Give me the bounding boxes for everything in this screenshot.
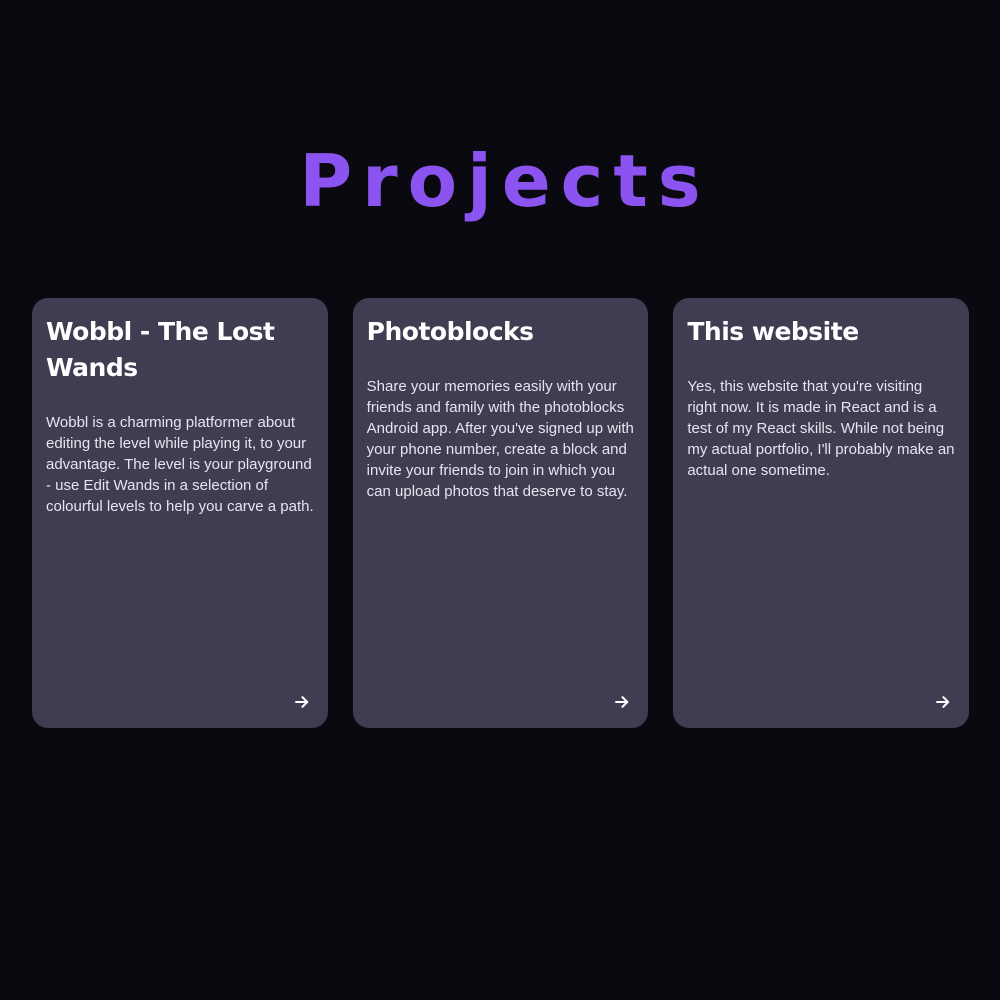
page-title: Projects <box>299 139 711 223</box>
project-card-this-website[interactable]: This website Yes, this website that you'… <box>673 298 970 728</box>
projects-list: Wobbl - The Lost Wands Wobbl is a charmi… <box>32 298 970 728</box>
project-card-photoblocks[interactable]: Photoblocks Share your memories easily w… <box>352 298 649 728</box>
project-card-wobbl[interactable]: Wobbl - The Lost Wands Wobbl is a charmi… <box>32 298 328 728</box>
arrow-right-icon[interactable] <box>612 692 632 712</box>
project-card-description: Yes, this website that you're visiting r… <box>687 378 955 479</box>
arrow-right-icon[interactable] <box>292 692 312 712</box>
arrow-right-icon[interactable] <box>933 692 953 712</box>
project-card-title: Photoblocks <box>366 317 534 346</box>
project-card-title: This website <box>687 317 859 346</box>
project-card-description: Share your memories easily with your fri… <box>366 378 634 500</box>
project-card-title: Wobbl - The Lost Wands <box>46 317 275 382</box>
project-card-description: Wobbl is a charming platformer about edi… <box>46 414 314 515</box>
